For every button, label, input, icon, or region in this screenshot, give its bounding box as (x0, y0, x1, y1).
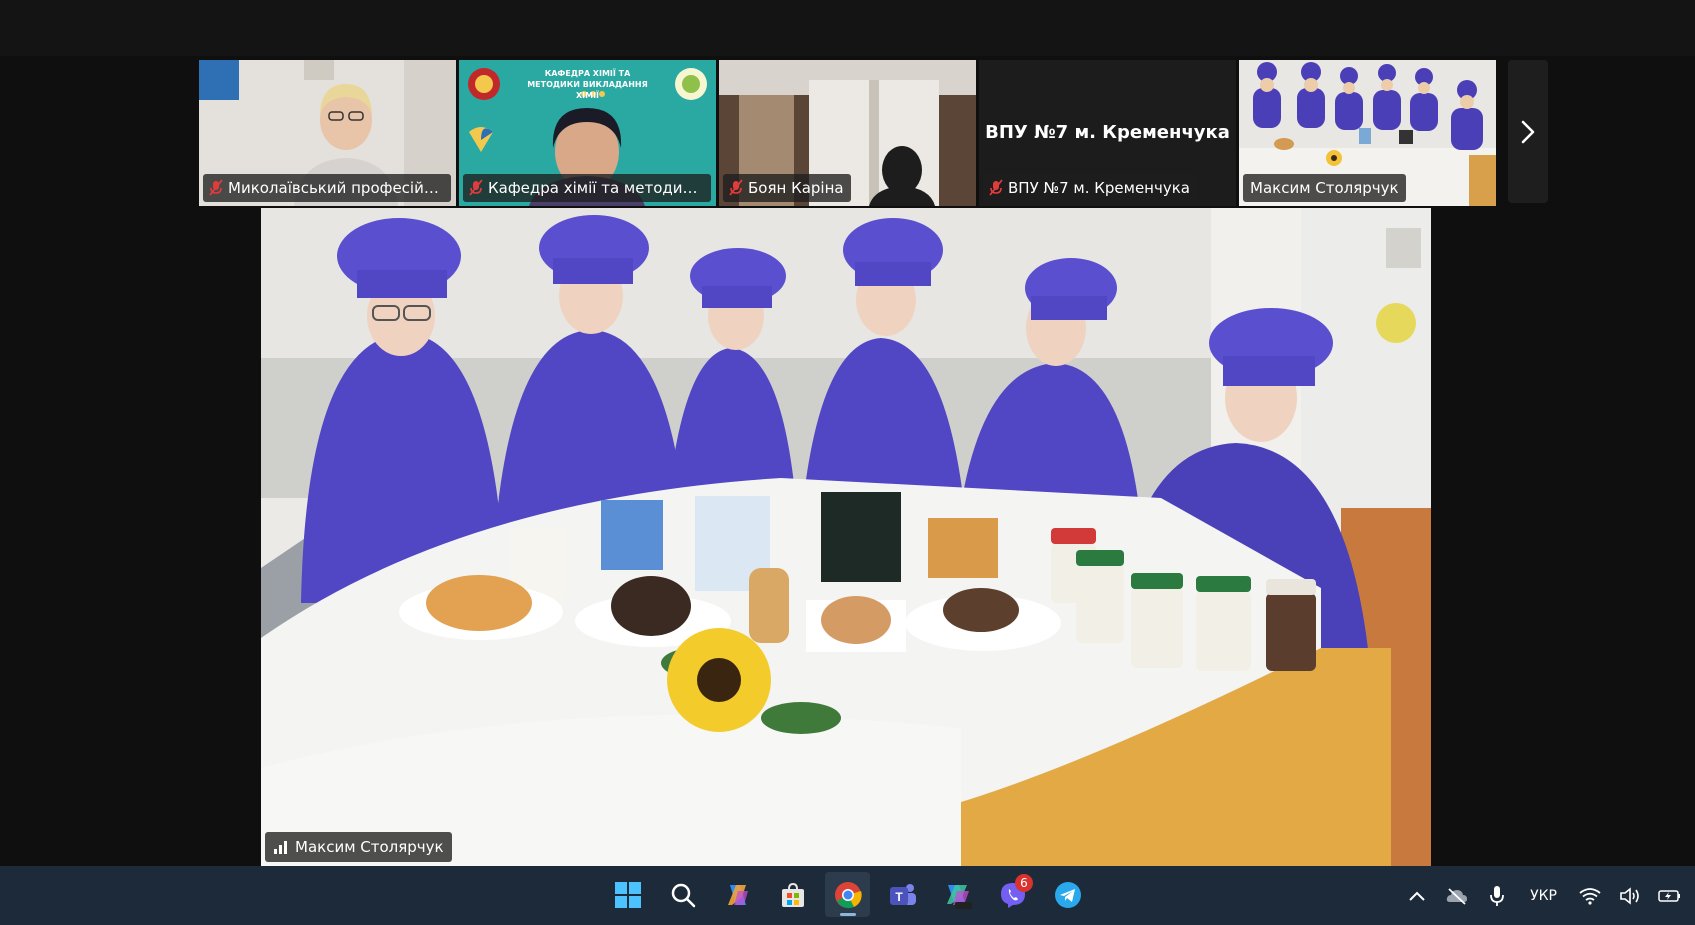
wifi-icon[interactable] (1577, 883, 1603, 909)
onedrive-offline-icon[interactable] (1444, 883, 1470, 909)
participant-name: Максим Столярчук (1250, 179, 1399, 197)
mic-muted-icon (469, 179, 483, 196)
microphone-icon[interactable] (1484, 883, 1510, 909)
participant-tile-5[interactable]: Максим Столярчук (1239, 60, 1496, 206)
chevron-right-icon (1521, 120, 1535, 143)
department-banner-title: КАФЕДРА ХІМІЇ ТА МЕТОДИКИ ВИКЛАДАННЯ ХІМ… (527, 69, 648, 100)
signal-strength-icon (274, 841, 287, 854)
speaker-video-frame (261, 208, 1431, 866)
taskbar-apps: T 6 (605, 872, 1090, 917)
video-call-window: Миколаївський професійний ... КАФЕДРА ХІ… (0, 0, 1695, 866)
m365-copilot-icon[interactable] (935, 872, 980, 917)
participant-strip: Миколаївський професійний ... КАФЕДРА ХІ… (199, 60, 1496, 206)
participant-name-chip: Миколаївський професійний ... (203, 174, 451, 202)
volume-icon[interactable] (1617, 883, 1643, 909)
store-icon[interactable] (770, 872, 815, 917)
chrome-icon[interactable] (825, 872, 870, 917)
active-app-indicator (840, 913, 856, 916)
input-language-indicator[interactable]: УКР (1524, 888, 1563, 904)
viber-icon[interactable]: 6 (990, 872, 1035, 917)
participant-tile-3[interactable]: Боян Каріна (719, 60, 976, 206)
participant-tile-4[interactable]: ВПУ №7 м. Кременчука ВПУ №7 м. Кременчук… (979, 60, 1236, 206)
battery-charging-icon[interactable] (1657, 883, 1683, 909)
system-tray: УКР (1404, 866, 1683, 925)
windows-taskbar: T 6 УКР (0, 866, 1695, 925)
main-speaker-video (261, 208, 1431, 866)
participant-name-chip: Максим Столярчук (1243, 174, 1406, 202)
windows-start-icon[interactable] (605, 872, 650, 917)
participant-tile-2[interactable]: КАФЕДРА ХІМІЇ ТА МЕТОДИКИ ВИКЛАДАННЯ ХІМ… (459, 60, 716, 206)
participant-name: ВПУ №7 м. Кременчука (1008, 179, 1190, 197)
main-speaker-name: Максим Столярчук (295, 838, 444, 856)
search-icon[interactable] (660, 872, 705, 917)
top-bar (0, 0, 1695, 56)
participant-name-chip: Боян Каріна (723, 174, 851, 202)
participant-name: Боян Каріна (748, 179, 844, 197)
mic-muted-icon (209, 179, 223, 196)
next-participants-button[interactable] (1508, 60, 1548, 203)
teams-icon[interactable]: T (880, 872, 925, 917)
participant-tile-1[interactable]: Миколаївський професійний ... (199, 60, 456, 206)
participant-name-chip: Кафедра хімії та методики вик... (463, 174, 711, 202)
copilot-icon[interactable] (715, 872, 760, 917)
telegram-icon[interactable] (1045, 872, 1090, 917)
participant-name: Миколаївський професійний ... (228, 179, 444, 197)
chevron-up-icon[interactable] (1404, 883, 1430, 909)
participant-name: Кафедра хімії та методики вик... (488, 179, 704, 197)
main-speaker-chip: Максим Столярчук (265, 832, 452, 862)
svg-text:T: T (895, 890, 903, 904)
participant-display-title: ВПУ №7 м. Кременчука (985, 122, 1230, 143)
participant-name-chip: ВПУ №7 м. Кременчука (983, 174, 1197, 202)
mic-muted-icon (989, 179, 1003, 196)
notification-badge: 6 (1015, 874, 1033, 892)
mic-muted-icon (729, 179, 743, 196)
